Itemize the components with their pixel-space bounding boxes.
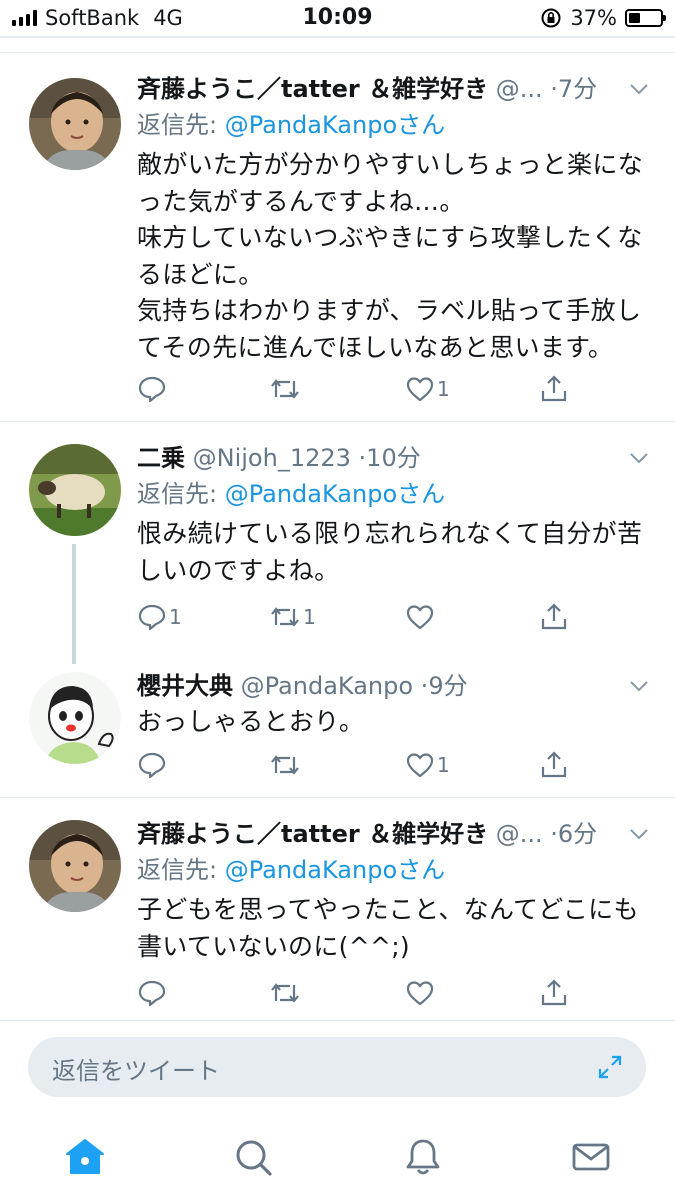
user-handle[interactable]: @Nijoh_1223 — [193, 444, 351, 472]
mention-link[interactable]: @PandaKanpoさん — [225, 111, 445, 139]
tweet-header: 二乗 @Nijoh_1223 ·10分 — [137, 444, 421, 472]
reply-button[interactable] — [137, 750, 169, 780]
reply-count: 1 — [169, 605, 182, 629]
home-icon[interactable] — [64, 1136, 106, 1178]
reply-composer[interactable]: 返信をツイート — [28, 1037, 646, 1097]
retweet-icon — [271, 983, 299, 1003]
mention-link[interactable]: @PandaKanpoさん — [225, 856, 445, 884]
share-icon — [541, 751, 567, 778]
battery-percent: 37% — [570, 6, 617, 30]
chevron-down-icon[interactable] — [627, 77, 651, 101]
orientation-lock-icon — [541, 8, 561, 28]
share-button[interactable] — [539, 978, 569, 1008]
reply-button[interactable] — [137, 978, 169, 1008]
retweet-button[interactable] — [269, 750, 303, 780]
heart-icon — [406, 377, 434, 402]
chevron-down-icon[interactable] — [627, 822, 651, 846]
reply-context: 返信先: @PandaKanpoさん — [137, 476, 651, 512]
reply-input[interactable]: 返信をツイート — [52, 1051, 220, 1086]
reply-context: 返信先: @PandaKanpoさん — [137, 107, 651, 143]
tweet-text: おっしゃるとおり。 — [137, 707, 365, 736]
reply-icon — [138, 604, 166, 631]
like-count: 1 — [437, 377, 450, 401]
share-button[interactable] — [539, 602, 569, 632]
share-icon — [541, 603, 567, 630]
tweet-actions: 1 — [137, 750, 567, 780]
battery-icon — [625, 9, 666, 27]
like-button[interactable]: 1 — [405, 750, 450, 780]
chevron-down-icon[interactable] — [627, 674, 651, 698]
tweet[interactable]: 二乗 @Nijoh_1223 ·10分 返信先: @PandaKanpoさん 恨… — [0, 422, 675, 664]
avatar[interactable] — [29, 672, 121, 764]
heart-icon — [406, 605, 434, 630]
retweet-icon — [271, 607, 299, 627]
reply-button[interactable]: 1 — [137, 602, 182, 632]
retweet-icon — [271, 755, 299, 775]
avatar[interactable] — [29, 78, 121, 170]
reply-button[interactable] — [137, 374, 169, 404]
retweet-count: 1 — [303, 605, 316, 629]
status-bar: SoftBank 4G 10:09 37% — [0, 0, 675, 38]
like-button[interactable] — [405, 602, 437, 632]
share-icon — [541, 979, 567, 1006]
tweet-text: 敵がいた方が分かりやすいしちょっと楽にな った気がするんですよね…。 味方してい… — [137, 150, 644, 362]
expand-icon[interactable] — [596, 1053, 624, 1081]
tweet-actions: 1 1 — [137, 602, 567, 632]
like-count: 1 — [437, 753, 450, 777]
tweet-time[interactable]: 6分 — [558, 820, 597, 848]
tweet[interactable]: 斉藤ようこ／tatter ＆雑学好き @... ·6分 返信先: @PandaK… — [0, 798, 675, 1020]
tweet-header: 櫻井大典 @PandaKanpo ·9分 — [137, 672, 468, 700]
notifications-icon[interactable] — [402, 1136, 444, 1178]
tweet-header: 斉藤ようこ／tatter ＆雑学好き @... ·7分 — [137, 75, 598, 103]
share-button[interactable] — [539, 374, 569, 404]
display-name[interactable]: 斉藤ようこ／tatter ＆雑学好き — [137, 820, 488, 848]
tab-bar — [0, 1130, 675, 1200]
search-icon[interactable] — [232, 1136, 274, 1178]
retweet-icon — [271, 379, 299, 399]
messages-icon[interactable] — [570, 1136, 612, 1178]
reply-prefix: 返信先: — [137, 856, 218, 884]
tweet-time[interactable]: 7分 — [558, 75, 597, 103]
tweet-text: 子どもを思ってやったこと、なんてどこにも 書いていないのに(^^;) — [137, 895, 639, 961]
tweet-actions — [137, 978, 567, 1008]
reply-icon — [138, 376, 166, 403]
avatar[interactable] — [29, 820, 121, 912]
user-handle[interactable]: @... — [496, 820, 543, 848]
heart-icon — [406, 753, 434, 778]
like-button[interactable] — [405, 978, 437, 1008]
user-handle[interactable]: @... — [496, 75, 543, 103]
reply-icon — [138, 980, 166, 1007]
tweet-time[interactable]: 9分 — [428, 672, 467, 700]
retweet-button[interactable] — [269, 374, 303, 404]
tweet[interactable]: 櫻井大典 @PandaKanpo ·9分 おっしゃるとおり。 1 — [0, 650, 675, 798]
tweet[interactable]: 斉藤ようこ／tatter ＆雑学好き @... ·7分 返信先: @PandaK… — [0, 53, 675, 423]
display-name[interactable]: 二乗 — [137, 444, 185, 472]
retweet-button[interactable] — [269, 978, 303, 1008]
share-icon — [541, 375, 567, 402]
reply-context: 返信先: @PandaKanpoさん — [137, 852, 651, 888]
heart-icon — [406, 981, 434, 1006]
display-name[interactable]: 櫻井大典 — [137, 672, 233, 700]
tweet-actions: 1 — [137, 374, 567, 404]
like-button[interactable]: 1 — [405, 374, 450, 404]
tweet-header: 斉藤ようこ／tatter ＆雑学好き @... ·6分 — [137, 820, 598, 848]
display-name[interactable]: 斉藤ようこ／tatter ＆雑学好き — [137, 75, 488, 103]
user-handle[interactable]: @PandaKanpo — [241, 672, 413, 700]
reply-icon — [138, 752, 166, 779]
mention-link[interactable]: @PandaKanpoさん — [225, 480, 445, 508]
reply-prefix: 返信先: — [137, 111, 218, 139]
avatar[interactable] — [29, 444, 121, 536]
reply-prefix: 返信先: — [137, 480, 218, 508]
tweet-time[interactable]: 10分 — [366, 444, 421, 472]
share-button[interactable] — [539, 750, 569, 780]
chevron-down-icon[interactable] — [627, 446, 651, 470]
retweet-button[interactable]: 1 — [269, 602, 316, 632]
tweet-text: 恨み続けている限り忘れられなくて自分が苦 しいのですよね。 — [137, 519, 643, 585]
